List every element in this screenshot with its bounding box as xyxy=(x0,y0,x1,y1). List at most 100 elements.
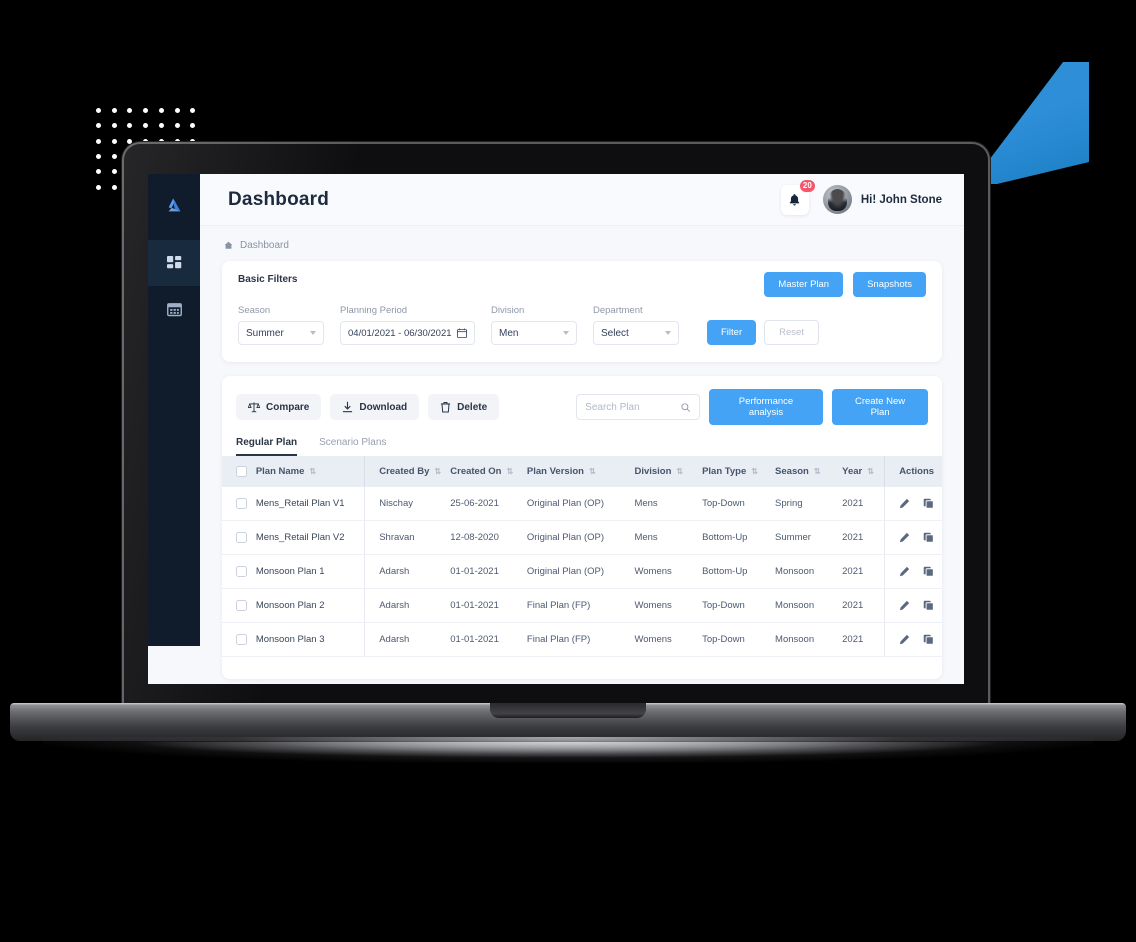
header-plan-name[interactable]: Plan Name ⇅ xyxy=(251,456,366,487)
row-checkbox[interactable] xyxy=(236,498,247,509)
cell-year: 2021 xyxy=(838,487,885,521)
breadcrumb-label[interactable]: Dashboard xyxy=(240,240,289,251)
plan-tabs: Regular Plan Scenario Plans xyxy=(222,425,942,456)
calendar-table-icon xyxy=(166,302,182,316)
compare-button[interactable]: Compare xyxy=(236,394,322,420)
header-created-on[interactable]: Created On ⇅ xyxy=(446,456,523,487)
department-field: Department Select xyxy=(593,305,679,345)
header-year[interactable]: Year ⇅ xyxy=(838,456,885,487)
cell-plan-version: Final Plan (FP) xyxy=(522,588,631,623)
plans-table-head: Plan Name ⇅ Created By ⇅ Created On ⇅ Pl… xyxy=(222,456,942,487)
header-season[interactable]: Season ⇅ xyxy=(771,456,839,487)
cell-division: Womens xyxy=(630,588,699,623)
reset-button[interactable]: Reset xyxy=(764,320,819,345)
header-plan-type[interactable]: Plan Type ⇅ xyxy=(698,456,772,487)
notifications-button[interactable]: 20 xyxy=(780,178,816,215)
master-plan-button[interactable]: Master Plan xyxy=(764,272,844,297)
download-label: Download xyxy=(359,401,408,413)
copy-duplicate-icon xyxy=(923,498,934,509)
row-copy-button[interactable] xyxy=(923,498,934,509)
header-created-by[interactable]: Created By ⇅ xyxy=(364,456,447,487)
download-button[interactable]: Download xyxy=(330,394,420,420)
row-checkbox[interactable] xyxy=(236,532,247,543)
copy-duplicate-icon xyxy=(923,600,934,611)
header-division[interactable]: Division ⇅ xyxy=(630,456,699,487)
select-all-checkbox[interactable] xyxy=(236,466,247,477)
sidebar-item-dashboard[interactable] xyxy=(148,240,200,286)
row-select-cell xyxy=(222,622,252,657)
table-row[interactable]: Monsoon Plan 3 Adarsh 01-01-2021 Final Plan… xyxy=(222,622,942,657)
table-row[interactable]: Monsoon Plan 1 Adarsh 01-01-2021 Original P… xyxy=(222,554,942,589)
cell-created-on: 01-01-2021 xyxy=(446,622,523,657)
filter-button[interactable]: Filter xyxy=(707,320,757,345)
cell-plan-name: Monsoon Plan 1 xyxy=(251,554,366,589)
cell-year: 2021 xyxy=(838,520,885,555)
table-row[interactable]: Mens_Retail Plan V1 Nischay 25-06-2021 Orig… xyxy=(222,487,942,521)
table-toolbar: Compare Download Delete Search Plan Perf… xyxy=(222,376,942,425)
pencil-edit-icon xyxy=(900,566,910,577)
department-select[interactable]: Select xyxy=(593,321,679,345)
cell-created-by: Adarsh xyxy=(364,554,447,589)
header-created-on-label: Created On xyxy=(450,466,502,477)
cell-season: Monsoon xyxy=(771,554,839,589)
brand-logo[interactable] xyxy=(148,174,200,240)
row-copy-button[interactable] xyxy=(923,566,934,577)
cell-actions xyxy=(884,588,942,623)
sort-updown-icon[interactable]: ⇅ xyxy=(867,467,874,476)
delete-button[interactable]: Delete xyxy=(428,394,500,420)
chevron-down-icon xyxy=(310,331,316,335)
row-copy-button[interactable] xyxy=(923,600,934,611)
header-plan-version[interactable]: Plan Version ⇅ xyxy=(522,456,631,487)
cell-year: 2021 xyxy=(838,622,885,657)
cell-actions xyxy=(884,622,942,657)
row-edit-button[interactable] xyxy=(899,600,910,611)
tab-scenario-plans[interactable]: Scenario Plans xyxy=(319,437,386,456)
sort-updown-icon[interactable]: ⇅ xyxy=(751,467,758,476)
brand-a-logo-icon xyxy=(168,198,181,212)
table-row[interactable]: Mens_Retail Plan V2 Shravan 12-08-2020 Orig… xyxy=(222,520,942,555)
cell-actions xyxy=(884,520,942,555)
cell-division: Mens xyxy=(630,487,699,521)
sort-updown-icon[interactable]: ⇅ xyxy=(676,467,683,476)
row-checkbox[interactable] xyxy=(236,566,247,577)
row-checkbox[interactable] xyxy=(236,634,247,645)
header-division-label: Division xyxy=(634,466,672,477)
sort-updown-icon[interactable]: ⇅ xyxy=(434,467,441,476)
create-new-plan-button[interactable]: Create New Plan xyxy=(832,389,928,425)
table-header-row: Plan Name ⇅ Created By ⇅ Created On ⇅ Pl… xyxy=(222,456,942,487)
cell-plan-version: Original Plan (OP) xyxy=(522,554,631,589)
search-icon[interactable] xyxy=(681,402,691,413)
header-actions: Actions xyxy=(884,456,942,487)
division-select[interactable]: Men xyxy=(491,321,577,345)
app-screen: Dashboard 20 Hi! John Stone Dashboard Ba… xyxy=(148,174,964,684)
row-edit-button[interactable] xyxy=(899,566,910,577)
season-value: Summer xyxy=(246,327,284,339)
row-copy-button[interactable] xyxy=(923,532,934,543)
planning-period-input[interactable]: 04/01/2021 - 06/30/2021 xyxy=(340,321,475,345)
sort-updown-icon[interactable]: ⇅ xyxy=(814,467,821,476)
sort-updown-icon[interactable]: ⇅ xyxy=(506,467,513,476)
snapshots-button[interactable]: Snapshots xyxy=(853,272,926,297)
row-copy-button[interactable] xyxy=(923,634,934,645)
search-input[interactable] xyxy=(585,401,676,413)
bell-icon xyxy=(790,193,800,205)
header-actions-label: Actions xyxy=(899,466,935,477)
user-menu[interactable]: Hi! John Stone xyxy=(822,185,942,214)
season-select[interactable]: Summer xyxy=(238,321,324,345)
search-plan-box xyxy=(576,394,700,420)
table-row[interactable]: Monsoon Plan 2 Adarsh 01-01-2021 Final Plan… xyxy=(222,588,942,623)
table-primary-actions: Performance analysis Create New Plan xyxy=(708,389,928,425)
pencil-edit-icon xyxy=(900,532,910,543)
row-edit-button[interactable] xyxy=(899,498,910,509)
row-checkbox[interactable] xyxy=(236,600,247,611)
sort-updown-icon[interactable]: ⇅ xyxy=(589,467,596,476)
sort-updown-icon[interactable]: ⇅ xyxy=(309,467,316,476)
row-edit-button[interactable] xyxy=(899,634,910,645)
performance-analysis-button[interactable]: Performance analysis xyxy=(708,389,824,425)
division-label: Division xyxy=(491,305,525,316)
sidebar-item-planning[interactable] xyxy=(148,286,200,332)
tab-regular-plan[interactable]: Regular Plan xyxy=(236,437,298,456)
row-edit-button[interactable] xyxy=(899,532,910,543)
cell-created-on: 25-06-2021 xyxy=(446,487,523,521)
app-sidebar xyxy=(148,174,200,646)
